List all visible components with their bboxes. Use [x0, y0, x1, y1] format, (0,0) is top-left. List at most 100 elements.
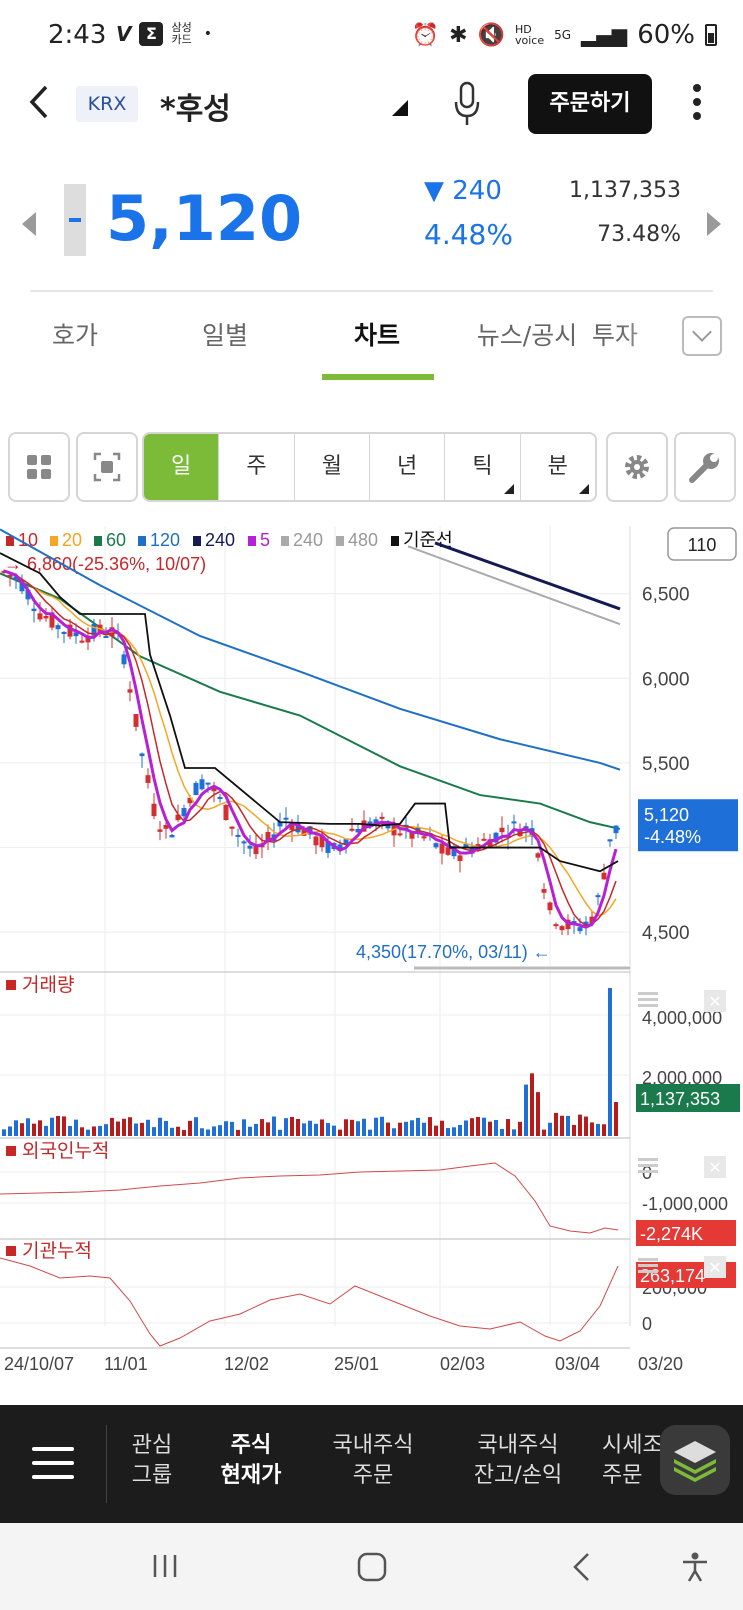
battery-icon [705, 24, 717, 46]
order-button[interactable]: 주문하기 [528, 74, 652, 134]
chart-settings-button[interactable] [606, 432, 668, 502]
volume-bar [374, 1117, 378, 1136]
volume-bar [416, 1117, 420, 1136]
price-axis-label: 6,000 [642, 669, 690, 690]
stock-name[interactable]: *후성 [160, 84, 231, 128]
volume-bar [506, 1119, 510, 1136]
period-month[interactable]: 월 [295, 434, 370, 500]
volume-bar [470, 1118, 474, 1136]
mute-icon: 🔇 [477, 22, 505, 48]
pane-close-x: ✕ [708, 994, 721, 1011]
grid-layout-button[interactable] [8, 432, 70, 502]
stock-chart[interactable]: 10 20 60 120 240 5 240 480 기준선 110 → 6,860(-25.36%… [0, 526, 743, 1371]
candle-body [151, 803, 157, 817]
back-nav-icon[interactable] [570, 1551, 594, 1591]
layers-icon [674, 1441, 716, 1482]
period-day[interactable]: 일 [144, 434, 220, 500]
current-price: 5,120 [106, 182, 303, 255]
legend-swatch [336, 536, 344, 546]
stock-header: KRX *후성 주문하기 [0, 70, 743, 170]
tab-news[interactable]: 뉴스/공시 [452, 316, 602, 352]
volume-bar [476, 1116, 480, 1136]
alarm-icon: ⏰ [411, 22, 440, 48]
system-nav-bar [0, 1523, 743, 1610]
chart-tools-button[interactable] [674, 432, 736, 502]
volume-bar [236, 1129, 240, 1136]
foreign-line [0, 1162, 619, 1234]
price-axis-label: 6,500 [642, 585, 690, 606]
volume-bar [338, 1129, 342, 1136]
legend-label: 480 [348, 530, 378, 550]
pane-handle-icon [638, 992, 658, 995]
prev-stock-arrow-icon[interactable] [22, 212, 36, 236]
more-options-icon[interactable] [692, 84, 702, 124]
period-minute[interactable]: 분 [521, 434, 595, 500]
price-change-percent: 4.48% [424, 218, 513, 251]
volume-bar [614, 1102, 618, 1136]
date-axis-label: 03/20 [638, 1354, 683, 1371]
home-icon[interactable] [356, 1551, 388, 1591]
volume-bar [308, 1120, 312, 1136]
foreign-current-value: -2,274K [640, 1224, 703, 1244]
nav-domestic-order[interactable]: 국내주식 주문 [318, 1431, 428, 1491]
candle-body [157, 829, 163, 832]
legend-label: 5 [260, 530, 270, 550]
recent-apps-icon[interactable] [150, 1551, 180, 1589]
volume-bar [560, 1115, 564, 1136]
nav-stock-price[interactable]: 주식 현재가 [208, 1431, 294, 1491]
price-axis-label: 5,500 [642, 754, 690, 775]
volume-bar [356, 1121, 360, 1136]
volume-bar [122, 1118, 126, 1136]
market-badge[interactable]: KRX [76, 86, 138, 122]
chart-svg[interactable]: 10 20 60 120 240 5 240 480 기준선 110→ 6,860(-25.36%… [0, 526, 743, 1371]
foreign-title-marker [6, 1146, 16, 1156]
volume-bar [608, 988, 612, 1136]
status-right-icons: ⏰ ✱ 🔇 HD voice 5G ▂▄▆ 60% [412, 20, 717, 50]
period-tick[interactable]: 틱 [445, 434, 521, 500]
microphone-icon[interactable] [452, 80, 482, 128]
volume-bar [170, 1127, 174, 1136]
legend-swatch [193, 536, 201, 546]
chevron-left-icon [29, 85, 48, 119]
volume-bar [98, 1125, 102, 1136]
candle-body [103, 635, 109, 638]
volume-bar [542, 1129, 546, 1136]
layers-button[interactable] [660, 1425, 730, 1495]
candle-body [61, 631, 67, 634]
volume-bar [344, 1119, 348, 1136]
status-bar: 2:43 V Σ 삼성 카드 • ⏰ ✱ 🔇 HD voice 5G ▂▄▆ 60… [0, 0, 743, 70]
volume-bar [494, 1119, 498, 1136]
volume-bar [584, 1116, 588, 1136]
tab-chart[interactable]: 차트 [302, 316, 452, 352]
tab-fade [620, 300, 682, 370]
nav-balance[interactable]: 국내주식 잔고/손익 [456, 1431, 580, 1491]
period-week[interactable]: 주 [219, 434, 295, 500]
volume-bar [140, 1122, 144, 1136]
capture-button[interactable] [76, 432, 138, 502]
volume-bar [488, 1121, 492, 1136]
tab-daily[interactable]: 일별 [150, 316, 300, 352]
pane-handle-icon [638, 1164, 658, 1167]
stock-dropdown-icon[interactable] [392, 100, 408, 116]
volume-bar [56, 1116, 60, 1136]
date-axis-label: 03/04 [555, 1354, 600, 1371]
period-year-label: 년 [397, 454, 418, 479]
legend-swatch [138, 536, 146, 546]
accessibility-icon[interactable] [680, 1551, 710, 1591]
hamburger-menu-icon[interactable] [32, 1447, 74, 1481]
tabs-expand-chevron-icon[interactable] [682, 316, 722, 356]
volume-bar [500, 1129, 504, 1136]
volume-bar [362, 1118, 366, 1136]
period-year[interactable]: 년 [370, 434, 446, 500]
candle-body [421, 836, 427, 839]
period-minute-dropdown-icon [578, 484, 589, 494]
next-stock-arrow-icon[interactable] [707, 212, 721, 236]
candle-body [121, 654, 127, 665]
volume-bar [272, 1116, 276, 1136]
back-button[interactable] [28, 84, 50, 130]
volume-bar [128, 1117, 132, 1136]
nav-interest-group[interactable]: 관심 그룹 [116, 1431, 188, 1491]
divider [30, 290, 713, 292]
tab-hoga[interactable]: 호가 [0, 316, 150, 352]
pane-handle-icon [638, 1158, 658, 1161]
